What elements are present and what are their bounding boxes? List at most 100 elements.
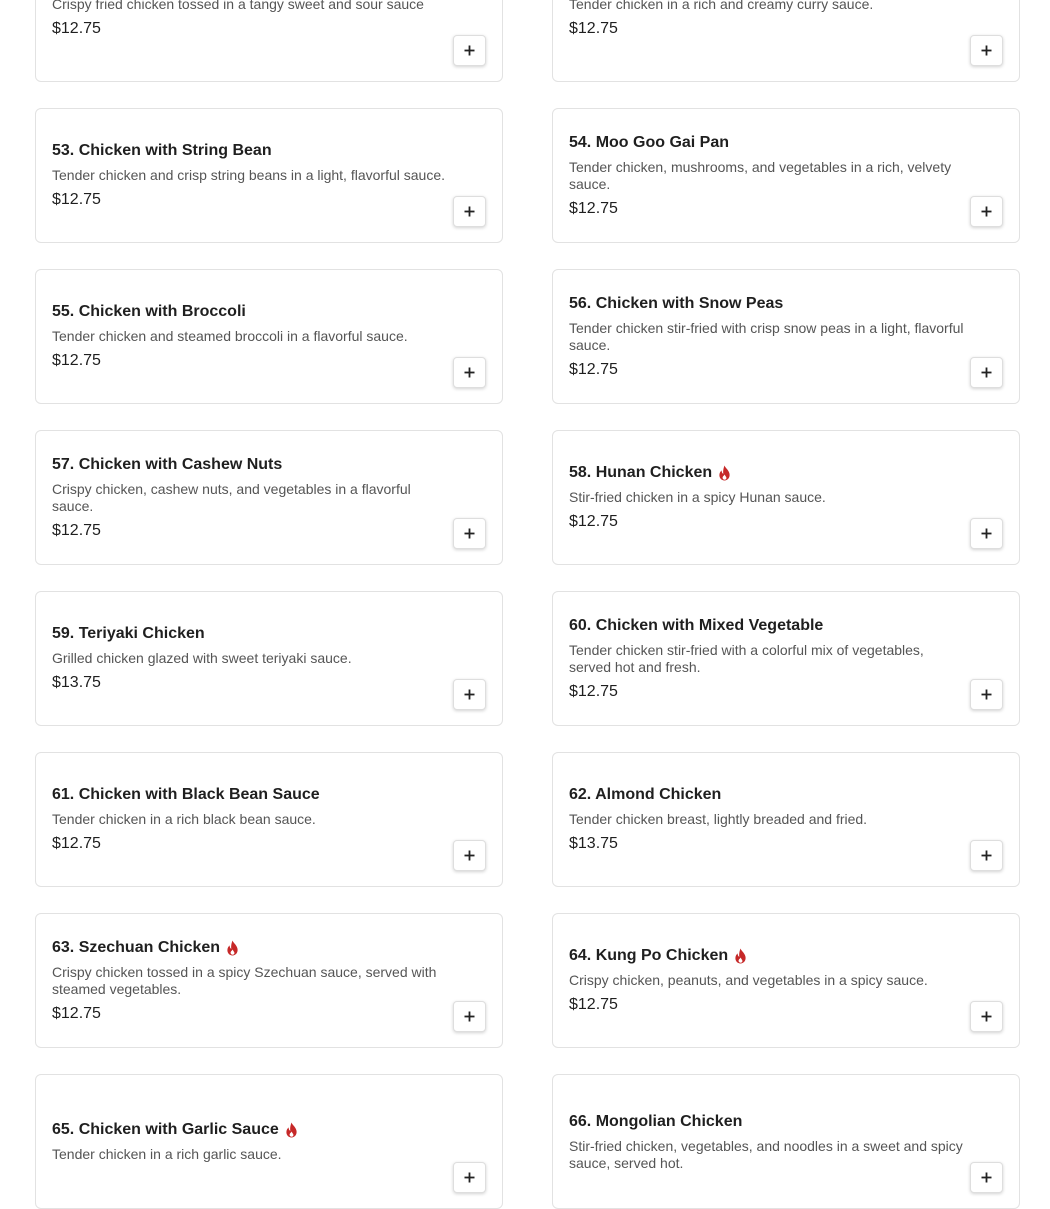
menu-item-title: 53. Chicken with String Bean bbox=[52, 142, 272, 159]
flame-icon bbox=[719, 465, 730, 481]
menu-item-title-row: 59. Teriyaki Chicken bbox=[52, 624, 452, 644]
menu-item-content: 54. Moo Goo Gai Pan Tender chicken, mushr… bbox=[569, 109, 969, 242]
menu-item-content: 63. Szechuan Chicken Crispy chicken tosse… bbox=[52, 914, 452, 1047]
menu-item-content: 57. Chicken with Cashew Nuts Crispy chick… bbox=[52, 431, 452, 564]
add-to-cart-button[interactable] bbox=[970, 840, 1003, 871]
plus-icon bbox=[464, 1011, 475, 1022]
menu-item-price: $12.75 bbox=[52, 191, 101, 208]
menu-item-title: 54. Moo Goo Gai Pan bbox=[569, 133, 730, 151]
menu-item-card[interactable]: 57. Chicken with Cashew Nuts Crispy chick… bbox=[35, 430, 503, 565]
menu-item-title: 60. Chicken with Mixed Vegetable bbox=[569, 616, 824, 634]
menu-item-description: Crispy chicken, cashew nuts, and vegetab… bbox=[52, 480, 411, 514]
add-to-cart-button[interactable] bbox=[970, 35, 1003, 66]
menu-item-title-row: 53. Chicken with String Bean bbox=[52, 141, 452, 161]
menu-item-title: 62. Almond Chicken bbox=[569, 786, 722, 803]
menu-item-description: Tender chicken stir-fried with a colorfu… bbox=[569, 641, 924, 675]
menu-item-content: Tender chicken in a rich and creamy curr… bbox=[569, 0, 969, 81]
menu-item-card[interactable]: Crispy fried chicken tossed in a tangy s… bbox=[35, 0, 503, 82]
menu-item-title-row: 66. Mongolian Chicken bbox=[569, 1112, 969, 1132]
menu-item-card[interactable]: 59. Teriyaki Chicken Grilled chicken glaz… bbox=[35, 591, 503, 726]
menu-item-title: 64. Kung Po Chicken bbox=[569, 947, 729, 964]
add-to-cart-button[interactable] bbox=[453, 35, 486, 66]
add-to-cart-button[interactable] bbox=[453, 357, 486, 388]
menu-item-content: 60. Chicken with Mixed Vegetable Tender c… bbox=[569, 592, 969, 725]
menu-item-content: 56. Chicken with Snow Peas Tender chicken… bbox=[569, 270, 969, 403]
menu-item-content: 59. Teriyaki Chicken Grilled chicken glaz… bbox=[52, 592, 452, 725]
menu-item-content: 62. Almond Chicken Tender chicken breast,… bbox=[569, 753, 969, 886]
menu-item-title: 57. Chicken with Cashew Nuts bbox=[52, 455, 283, 473]
add-to-cart-button[interactable] bbox=[453, 518, 486, 549]
menu-item-content: 61. Chicken with Black Bean Sauce Tender … bbox=[52, 753, 452, 886]
add-to-cart-button[interactable] bbox=[970, 1001, 1003, 1032]
menu-item-content: 58. Hunan Chicken Stir-fried chicken in a… bbox=[569, 431, 969, 564]
menu-item-content: 53. Chicken with String Bean Tender chick… bbox=[52, 109, 452, 242]
menu-item-description: Crispy fried chicken tossed in a tangy s… bbox=[52, 0, 424, 12]
plus-icon bbox=[464, 1172, 475, 1183]
menu-item-content: 64. Kung Po Chicken Crispy chicken, peanu… bbox=[569, 914, 969, 1047]
menu-item-card[interactable]: Tender chicken in a rich and creamy curr… bbox=[552, 0, 1020, 82]
menu-item-price: $12.75 bbox=[52, 20, 101, 37]
plus-icon bbox=[464, 528, 475, 539]
menu-item-price: $13.75 bbox=[569, 835, 618, 852]
plus-icon bbox=[464, 689, 475, 700]
add-to-cart-button[interactable] bbox=[970, 679, 1003, 710]
plus-icon bbox=[464, 45, 475, 56]
menu-item-card[interactable]: 54. Moo Goo Gai Pan Tender chicken, mushr… bbox=[552, 108, 1020, 243]
menu-item-price: $12.75 bbox=[569, 513, 618, 530]
add-to-cart-button[interactable] bbox=[970, 196, 1003, 227]
menu-item-title-row: 63. Szechuan Chicken bbox=[52, 938, 452, 958]
menu-item-description: Stir-fried chicken, vegetables, and nood… bbox=[569, 1137, 963, 1171]
add-to-cart-button[interactable] bbox=[453, 840, 486, 871]
menu-item-title-row: 64. Kung Po Chicken bbox=[569, 946, 969, 966]
add-to-cart-button[interactable] bbox=[453, 196, 486, 227]
menu-item-title-row: 61. Chicken with Black Bean Sauce bbox=[52, 785, 452, 805]
plus-icon bbox=[464, 367, 475, 378]
menu-item-title: 61. Chicken with Black Bean Sauce bbox=[52, 786, 320, 803]
menu-item-card[interactable]: 55. Chicken with Broccoli Tender chicken … bbox=[35, 269, 503, 404]
menu-item-card[interactable]: 53. Chicken with String Bean Tender chick… bbox=[35, 108, 503, 243]
menu-item-title-row: 57. Chicken with Cashew Nuts bbox=[52, 455, 452, 475]
menu-item-title: 58. Hunan Chicken bbox=[569, 464, 713, 481]
plus-icon bbox=[981, 689, 992, 700]
plus-icon bbox=[464, 206, 475, 217]
menu-item-content: 66. Mongolian Chicken Stir-fried chicken,… bbox=[569, 1075, 969, 1208]
menu-item-title: 66. Mongolian Chicken bbox=[569, 1112, 743, 1130]
menu-item-content: 55. Chicken with Broccoli Tender chicken … bbox=[52, 270, 452, 403]
add-to-cart-button[interactable] bbox=[970, 1162, 1003, 1193]
menu-item-card[interactable]: 66. Mongolian Chicken Stir-fried chicken,… bbox=[552, 1074, 1020, 1209]
menu-item-description: Crispy chicken, peanuts, and vegetables … bbox=[569, 972, 928, 988]
menu-item-price: $12.75 bbox=[52, 521, 101, 539]
menu-item-title: 56. Chicken with Snow Peas bbox=[569, 294, 784, 312]
add-to-cart-button[interactable] bbox=[453, 1162, 486, 1193]
menu-item-card[interactable]: 61. Chicken with Black Bean Sauce Tender … bbox=[35, 752, 503, 887]
menu-item-price: $12.75 bbox=[569, 199, 618, 217]
add-to-cart-button[interactable] bbox=[453, 1001, 486, 1032]
menu-item-card[interactable]: 65. Chicken with Garlic Sauce Tender chic… bbox=[35, 1074, 503, 1209]
menu-item-price: $12.75 bbox=[569, 20, 618, 37]
add-to-cart-button[interactable] bbox=[970, 357, 1003, 388]
menu-item-description: Tender chicken in a rich garlic sauce. bbox=[52, 1146, 282, 1162]
menu-item-description: Tender chicken in a rich and creamy curr… bbox=[569, 0, 874, 12]
menu-item-title: 65. Chicken with Garlic Sauce bbox=[52, 1121, 279, 1138]
flame-icon bbox=[286, 1122, 297, 1138]
menu-item-card[interactable]: 63. Szechuan Chicken Crispy chicken tosse… bbox=[35, 913, 503, 1048]
flame-icon bbox=[227, 940, 238, 955]
plus-icon bbox=[981, 850, 992, 861]
add-to-cart-button[interactable] bbox=[970, 518, 1003, 549]
menu-item-card[interactable]: 62. Almond Chicken Tender chicken breast,… bbox=[552, 752, 1020, 887]
menu-item-title-row: 58. Hunan Chicken bbox=[569, 463, 969, 483]
menu-item-price: $12.75 bbox=[52, 352, 101, 369]
menu-item-card[interactable]: 64. Kung Po Chicken Crispy chicken, peanu… bbox=[552, 913, 1020, 1048]
plus-icon bbox=[981, 367, 992, 378]
add-to-cart-button[interactable] bbox=[453, 679, 486, 710]
menu-item-card[interactable]: 58. Hunan Chicken Stir-fried chicken in a… bbox=[552, 430, 1020, 565]
menu-item-title-row: 54. Moo Goo Gai Pan bbox=[569, 133, 969, 153]
menu-item-card[interactable]: 56. Chicken with Snow Peas Tender chicken… bbox=[552, 269, 1020, 404]
plus-icon bbox=[981, 528, 992, 539]
menu-item-description: Tender chicken, mushrooms, and vegetable… bbox=[569, 158, 952, 192]
menu-item-title-row: 55. Chicken with Broccoli bbox=[52, 302, 452, 322]
menu-item-card[interactable]: 60. Chicken with Mixed Vegetable Tender c… bbox=[552, 591, 1020, 726]
menu-item-description: Tender chicken and steamed broccoli in a… bbox=[52, 328, 408, 344]
menu-item-price: $12.75 bbox=[52, 1004, 101, 1022]
menu-item-description: Crispy chicken tossed in a spicy Szechua… bbox=[52, 963, 437, 997]
